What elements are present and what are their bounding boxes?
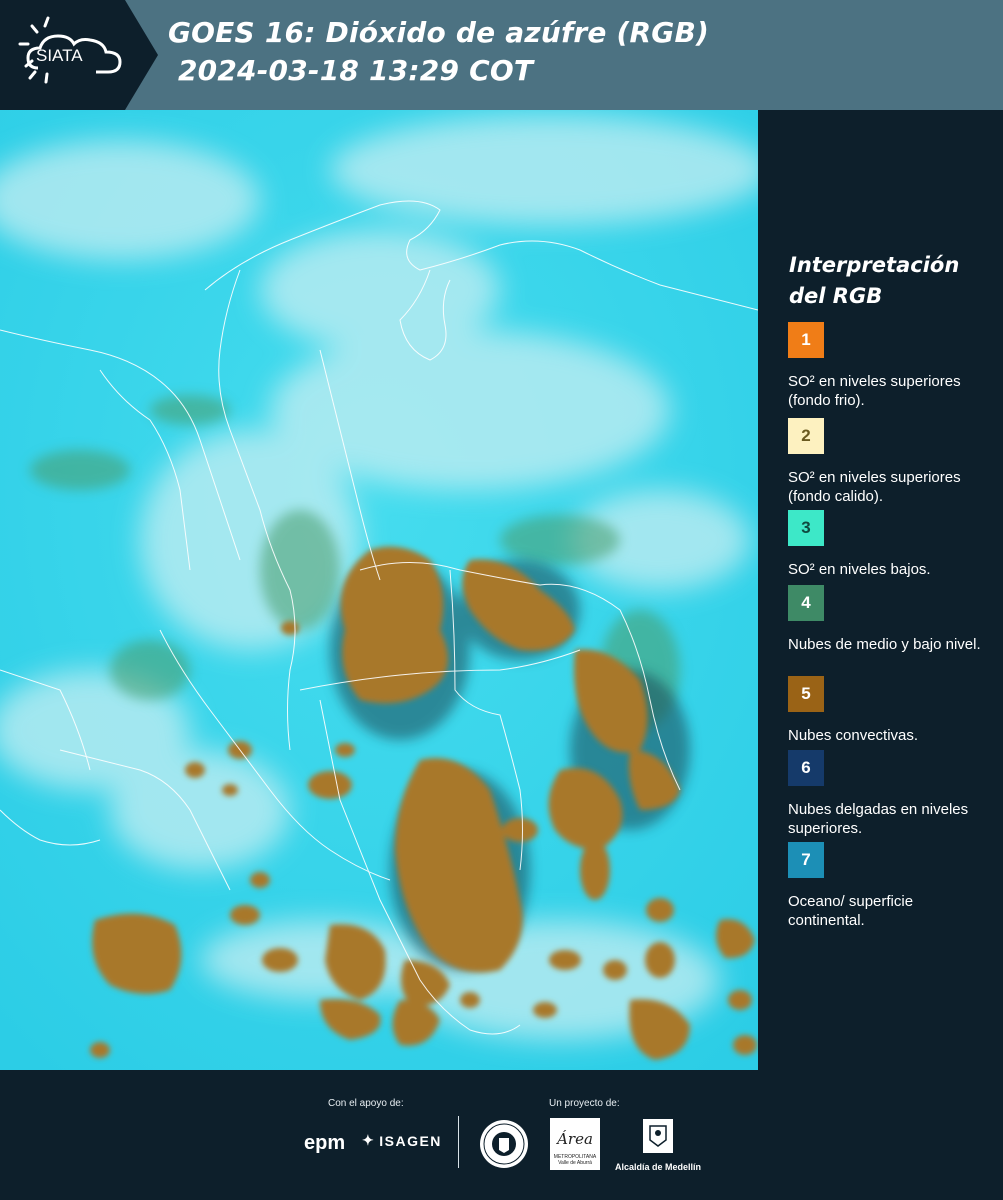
legend-description: Nubes delgadas en niveles superiores. <box>788 801 969 837</box>
legend-item-1: 1 SO² en niveles superiores (fondo frio)… <box>788 322 988 410</box>
legend-item-4: 4 Nubes de medio y bajo nivel. <box>788 585 988 654</box>
legend-description: Nubes convectivas. <box>788 727 919 744</box>
alcaldia-shield-icon <box>643 1119 673 1153</box>
isagen-icon: ✦ <box>362 1132 376 1148</box>
legend-description: Nubes de medio y bajo nivel. <box>788 636 981 653</box>
legend-swatch: 4 <box>788 585 824 621</box>
alcaldia-label: Alcaldía de Medellín <box>614 1162 702 1172</box>
legend-title: Interpretación del RGB <box>789 250 959 312</box>
legend-swatch: 1 <box>788 322 824 358</box>
legend-item-7: 7 Oceano/ superficie continental. <box>788 842 988 930</box>
legend-item-6: 6 Nubes delgadas en niveles superiores. <box>788 750 988 838</box>
siata-logo: SIATA <box>0 0 160 110</box>
siata-logo-text: SIATA <box>36 46 83 65</box>
legend-item-5: 5 Nubes convectivas. <box>788 676 988 745</box>
timestamp: 2024-03-18 13:29 COT <box>178 54 534 87</box>
support-label: Con el apoyo de: <box>328 1098 404 1109</box>
medellin-seal-logo <box>478 1118 530 1175</box>
project-label: Un proyecto de: <box>549 1098 620 1109</box>
satellite-image <box>0 110 758 1070</box>
legend-swatch: 2 <box>788 418 824 454</box>
legend-swatch: 3 <box>788 510 824 546</box>
legend-item-3: 3 SO² en niveles bajos. <box>788 510 988 579</box>
legend-swatch: 6 <box>788 750 824 786</box>
epm-logo: epm <box>304 1132 346 1154</box>
isagen-logo-text: ISAGEN <box>379 1132 442 1149</box>
isagen-logo: ✦ ISAGEN <box>362 1132 442 1149</box>
legend-title-line2: del RGB <box>789 284 883 308</box>
legend-item-2: 2 SO² en niveles superiores (fondo calid… <box>788 418 988 506</box>
area-logo-text: Área <box>557 1130 593 1148</box>
legend-title-line1: Interpretación <box>789 253 960 277</box>
footer: Con el apoyo de: Un proyecto de: epm ✦ I… <box>0 1070 1003 1200</box>
page-title: GOES 16: Dióxido de azúfre (RGB) <box>168 16 710 49</box>
legend-swatch: 7 <box>788 842 824 878</box>
area-logo-sub2: Valle de Aburrá <box>558 1160 592 1166</box>
legend-swatch: 5 <box>788 676 824 712</box>
legend-description: Oceano/ superficie continental. <box>788 893 914 929</box>
legend-description: SO² en niveles superiores (fondo calido)… <box>788 469 961 505</box>
header-bar: SIATA GOES 16: Dióxido de azúfre (RGB) 2… <box>0 0 1003 110</box>
area-metropolitana-logo: Área METROPOLITANA Valle de Aburrá <box>550 1118 600 1170</box>
legend-description: SO² en niveles bajos. <box>788 561 931 578</box>
alcaldia-logo: Alcaldía de Medellín <box>612 1118 704 1172</box>
legend-description: SO² en niveles superiores (fondo frio). <box>788 373 961 409</box>
legend-panel: Interpretación del RGB 1 SO² en niveles … <box>758 110 1003 1070</box>
footer-divider <box>458 1116 459 1168</box>
